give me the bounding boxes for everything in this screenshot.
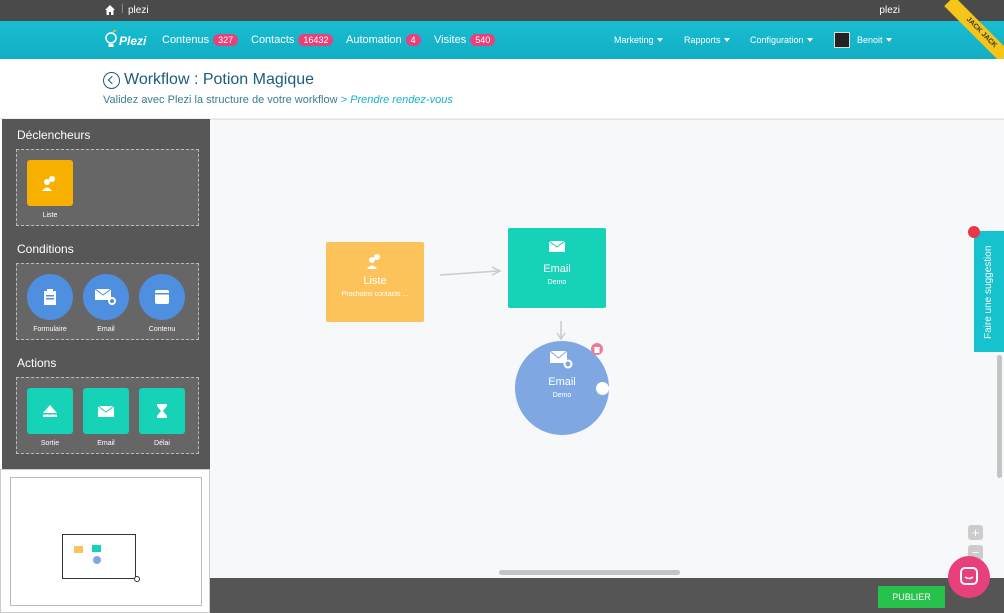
- tile-label: Liste: [42, 212, 58, 219]
- nav-rapports-dropdown[interactable]: Rapports: [684, 35, 730, 45]
- hourglass-icon: [139, 388, 185, 434]
- node-trigger-liste[interactable]: Liste Prochains contacts ...: [326, 242, 424, 322]
- actions-box: Sortie Email Délai: [16, 377, 199, 454]
- plezi-logo[interactable]: Plezi: [104, 25, 147, 55]
- tile-label: Contenu: [148, 326, 176, 333]
- workflow-minimap: [0, 469, 210, 613]
- chat-icon: [960, 567, 978, 585]
- logo-text: Plezi: [119, 34, 147, 48]
- publish-button[interactable]: PUBLIER: [878, 586, 945, 608]
- site-name[interactable]: plezi: [128, 5, 149, 16]
- action-email[interactable]: Email: [83, 388, 129, 447]
- minimap-node: [92, 545, 101, 552]
- minimap-resize-handle[interactable]: [134, 576, 140, 582]
- delete-node-icon[interactable]: [591, 343, 603, 355]
- eject-icon: [27, 388, 73, 434]
- envelope-icon: [548, 240, 566, 252]
- action-sortie[interactable]: Sortie: [27, 388, 73, 447]
- nav-contacts[interactable]: Contacts 16432: [251, 34, 334, 46]
- node-action-email[interactable]: Email Demo: [508, 228, 606, 308]
- envelope-icon: [83, 388, 129, 434]
- node-subtitle: Demo: [547, 279, 567, 286]
- element-palette: Déclencheurs Liste Conditions Formulaire…: [0, 119, 210, 469]
- caret-down-icon: [723, 38, 730, 42]
- section-conditions-title: Conditions: [17, 242, 74, 256]
- vertical-scrollbar[interactable]: [997, 355, 1002, 478]
- home-icon[interactable]: [104, 4, 116, 16]
- conditions-box: Formulaire Email Contenu: [16, 263, 199, 340]
- condition-contenu[interactable]: Contenu: [139, 274, 185, 333]
- nav-label: Contenus: [162, 34, 210, 46]
- count-badge: 4: [405, 34, 421, 46]
- count-badge: 16432: [298, 34, 334, 46]
- lightbulb-icon: [105, 30, 117, 47]
- node-title: Liste: [363, 275, 387, 287]
- connector-handle[interactable]: [596, 382, 609, 395]
- nav-label: Rapports: [684, 35, 721, 45]
- chat-launcher[interactable]: [948, 556, 990, 598]
- document-icon: [139, 274, 185, 320]
- user-menu-dropdown[interactable]: Benoit: [857, 35, 892, 45]
- suggestion-label: Faire une suggestion: [983, 245, 994, 339]
- section-triggers-title: Déclencheurs: [17, 128, 91, 142]
- tile-label: Email: [97, 326, 115, 333]
- email-gear-icon: [83, 274, 129, 320]
- nav-contenus[interactable]: Contenus 327: [162, 34, 239, 46]
- caret-down-icon: [885, 38, 892, 42]
- page-header: [0, 59, 1004, 119]
- nav-configuration-dropdown[interactable]: Configuration: [750, 35, 813, 45]
- suggestion-tab[interactable]: Faire une suggestion: [974, 231, 1004, 352]
- nav-label: Automation: [346, 34, 402, 46]
- count-badge: 327: [213, 34, 239, 46]
- minimap-node: [74, 546, 83, 553]
- nav-label: Configuration: [750, 35, 804, 45]
- nav-label: Visites: [434, 34, 467, 46]
- main-navbar: Plezi Contenus 327 Contacts 16432 Automa…: [0, 0, 1004, 70]
- minimap-canvas: [10, 477, 202, 606]
- nav-label: Contacts: [251, 34, 295, 46]
- separator: |: [121, 3, 124, 14]
- user-name: Benoit: [857, 35, 883, 45]
- caret-down-icon: [806, 38, 813, 42]
- condition-email[interactable]: Email: [83, 274, 129, 333]
- triggers-box: Liste: [16, 149, 199, 226]
- account-name[interactable]: plezi: [879, 5, 900, 16]
- horizontal-scrollbar[interactable]: [499, 570, 680, 575]
- tile-label: Délai: [154, 440, 170, 447]
- nav-marketing-dropdown[interactable]: Marketing: [614, 35, 663, 45]
- contacts-icon: [367, 254, 380, 269]
- minimap-node: [93, 556, 101, 564]
- nav-label: Marketing: [614, 35, 654, 45]
- tile-label: Email: [97, 440, 115, 447]
- page-title: Workflow : Potion Magique: [124, 71, 315, 88]
- action-delai[interactable]: Délai: [139, 388, 185, 447]
- clipboard-icon: [27, 274, 73, 320]
- back-button[interactable]: [103, 72, 120, 89]
- notification-dot: [968, 226, 980, 238]
- workflow-canvas[interactable]: Liste Prochains contacts ... Email Demo …: [210, 119, 1004, 578]
- nav-visites[interactable]: Visites 540: [434, 34, 496, 46]
- nav-automation[interactable]: Automation 4: [346, 34, 421, 46]
- email-gear-icon: [549, 350, 573, 369]
- section-actions-title: Actions: [17, 356, 57, 370]
- caret-down-icon: [656, 38, 663, 42]
- node-title: Email: [548, 376, 576, 388]
- count-badge: 540: [470, 34, 496, 46]
- page-subtitle: Validez avec Plezi la structure de votre…: [103, 94, 453, 106]
- condition-formulaire[interactable]: Formulaire: [27, 274, 73, 333]
- workflow-step: > Prendre rendez-vous: [340, 94, 453, 106]
- top-bar: | plezi plezi: [0, 0, 1004, 21]
- zoom-in-button[interactable]: +: [968, 525, 983, 540]
- tile-label: Formulaire: [33, 326, 67, 333]
- avatar[interactable]: [834, 32, 850, 48]
- node-subtitle: Prochains contacts ...: [341, 291, 409, 298]
- node-subtitle: Demo: [552, 392, 572, 399]
- tile-label: Sortie: [40, 440, 60, 447]
- subtitle-text: Validez avec Plezi la structure de votre…: [103, 94, 338, 106]
- node-title: Email: [543, 263, 571, 275]
- trigger-liste[interactable]: Liste: [27, 160, 73, 219]
- contacts-icon: [27, 160, 73, 206]
